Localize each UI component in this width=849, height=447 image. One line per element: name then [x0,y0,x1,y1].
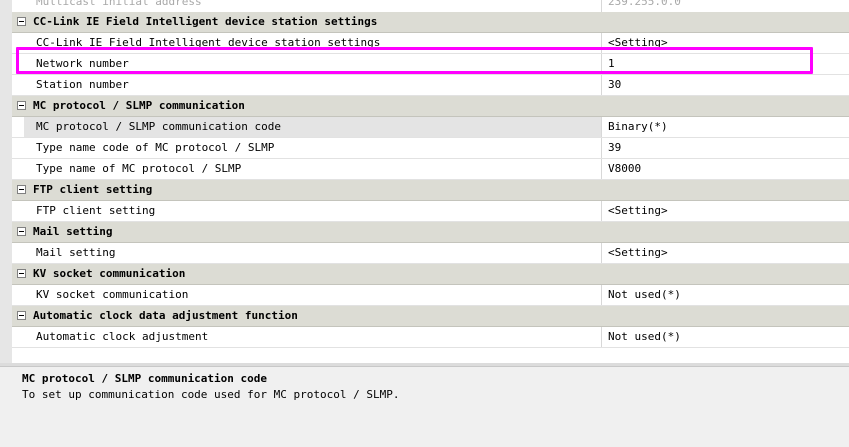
property-row-mail-setting[interactable]: Mail setting <Setting> [12,243,849,264]
network-number-highlight-box [16,47,813,74]
category-title: KV socket communication [33,267,186,280]
description-panel: MC protocol / SLMP communication code To… [0,366,849,447]
category-title: Automatic clock data adjustment function [33,309,298,322]
description-body: To set up communication code used for MC… [22,388,400,401]
property-value[interactable]: Binary(*) [608,117,668,137]
minus-box-icon[interactable] [17,269,26,278]
property-row-type-code[interactable]: Type name code of MC protocol / SLMP 39 [12,138,849,159]
property-value[interactable]: V8000 [608,159,641,179]
property-name: FTP client setting [36,204,156,217]
minus-box-icon[interactable] [17,17,26,26]
category-gutter [12,180,32,200]
category-gutter [12,222,32,242]
property-value[interactable]: Not used(*) [608,327,681,347]
category-gutter [12,306,32,326]
category-mc-protocol[interactable]: MC protocol / SLMP communication [12,96,849,117]
property-name-cell: KV socket communication [24,285,602,305]
grid-left-gutter [0,0,12,363]
property-name-cell: Type name code of MC protocol / SLMP [24,138,602,158]
category-title: FTP client setting [33,183,153,196]
property-name: Multicast initial address [36,0,202,8]
minus-box-icon[interactable] [17,227,26,236]
category-gutter [12,264,32,284]
category-gutter [12,96,32,116]
property-name-cell: FTP client setting [24,201,602,221]
property-row-kv-setting[interactable]: KV socket communication Not used(*) [12,285,849,306]
minus-box-icon[interactable] [17,101,26,110]
property-value[interactable]: 39 [608,138,621,158]
property-value[interactable]: <Setting> [608,243,668,263]
category-ftp-client[interactable]: FTP client setting [12,180,849,201]
property-row-ftp-setting[interactable]: FTP client setting <Setting> [12,201,849,222]
property-name-cell: Type name of MC protocol / SLMP [24,159,602,179]
description-title: MC protocol / SLMP communication code [22,372,268,385]
minus-box-icon[interactable] [17,185,26,194]
category-title: CC-Link IE Field Intelligent device stat… [33,15,378,28]
property-value[interactable]: <Setting> [608,201,668,221]
category-auto-clock[interactable]: Automatic clock data adjustment function [12,306,849,327]
property-name-cell: Mail setting [24,243,602,263]
property-name: Station number [36,78,129,91]
property-name: MC protocol / SLMP communication code [36,120,282,133]
property-row-station-number[interactable]: Station number 30 [12,75,849,96]
property-value[interactable]: Not used(*) [608,285,681,305]
property-row-clock-setting[interactable]: Automatic clock adjustment Not used(*) [12,327,849,348]
property-row-type-name[interactable]: Type name of MC protocol / SLMP V8000 [12,159,849,180]
property-name-cell: Multicast initial address [24,0,602,12]
property-name: Automatic clock adjustment [36,330,209,343]
property-name-cell: Automatic clock adjustment [24,327,602,347]
property-name: Type name code of MC protocol / SLMP [36,141,275,154]
property-name: Type name of MC protocol / SLMP [36,162,242,175]
category-title: Mail setting [33,225,113,238]
minus-box-icon[interactable] [17,311,26,320]
property-name: Mail setting [36,246,116,259]
category-cclink[interactable]: CC-Link IE Field Intelligent device stat… [12,12,849,33]
property-name-cell: Station number [24,75,602,95]
category-mail[interactable]: Mail setting [12,222,849,243]
property-name-cell: MC protocol / SLMP communication code [24,117,602,137]
category-kv-socket[interactable]: KV socket communication [12,264,849,285]
property-value[interactable]: 239.255.0.0 [608,0,681,12]
property-row-mc-code[interactable]: MC protocol / SLMP communication code Bi… [12,117,849,138]
category-gutter [12,12,32,32]
property-name: KV socket communication [36,288,189,301]
category-title: MC protocol / SLMP communication [33,99,245,112]
property-value[interactable]: 30 [608,75,621,95]
